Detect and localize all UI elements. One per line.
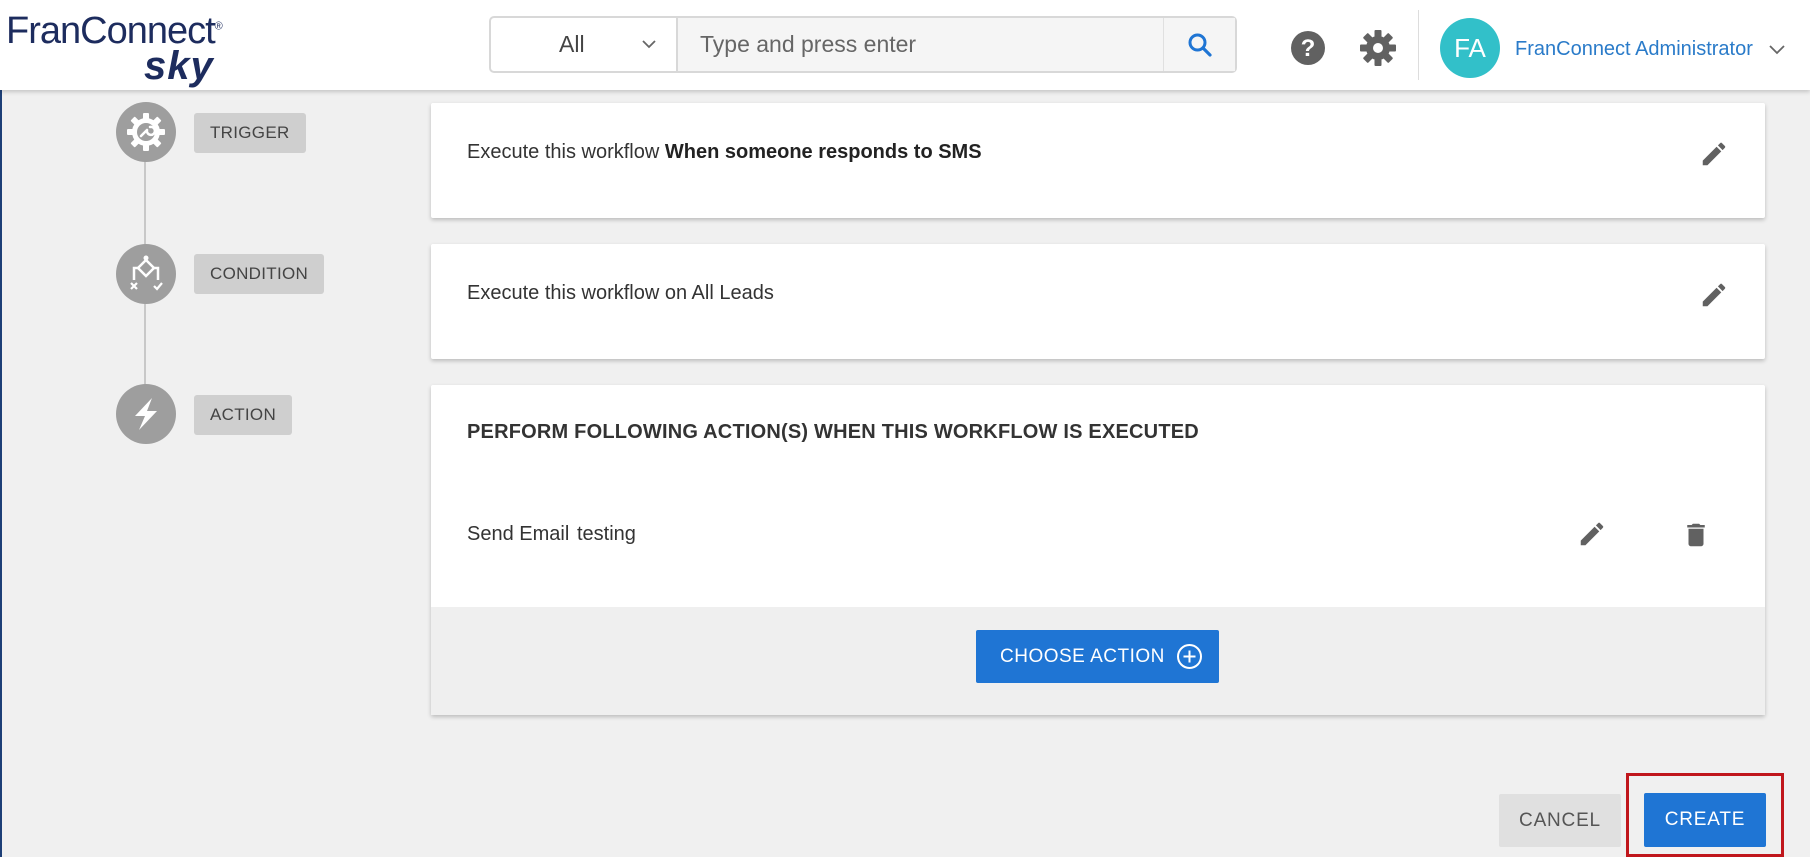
lightning-icon <box>135 398 157 430</box>
global-search: All <box>489 16 1237 73</box>
search-icon <box>1188 33 1212 57</box>
search-input[interactable] <box>678 18 1163 71</box>
step-label-action: ACTION <box>194 395 293 435</box>
trigger-gear-icon <box>127 113 165 151</box>
step-label-trigger: TRIGGER <box>194 113 306 153</box>
condition-flow-icon <box>130 255 163 291</box>
edit-action-icon[interactable] <box>1577 519 1607 549</box>
header-divider <box>1418 10 1419 80</box>
trigger-event: When someone responds to SMS <box>664 141 982 163</box>
add-circle-icon <box>1177 644 1202 669</box>
choose-action-button[interactable]: CHOOSE ACTION <box>976 630 1219 683</box>
left-edge-border <box>0 90 2 857</box>
action-name: testing <box>577 523 636 545</box>
condition-step-circle <box>116 244 176 304</box>
help-icon[interactable]: ? <box>1291 31 1325 65</box>
choose-action-label: CHOOSE ACTION <box>1000 645 1165 667</box>
franconnect-sky-logo[interactable]: FranConnect® sky <box>6 10 256 88</box>
edit-condition-icon[interactable] <box>1699 280 1729 310</box>
action-section-title: PERFORM FOLLOWING ACTION(S) WHEN THIS WO… <box>467 421 1199 443</box>
edit-trigger-icon[interactable] <box>1699 139 1729 169</box>
trigger-card: Execute this workflow When someone respo… <box>431 103 1765 218</box>
action-footer: CHOOSE ACTION <box>431 607 1765 715</box>
search-scope-value: All <box>559 31 585 57</box>
delete-action-icon[interactable] <box>1681 519 1711 551</box>
logo-sky-wordmark: sky <box>144 44 214 88</box>
create-button[interactable]: CREATE <box>1644 793 1766 847</box>
search-scope-select[interactable]: All <box>491 18 678 71</box>
trigger-step-circle <box>116 102 176 162</box>
trigger-description: Execute this workflow When someone respo… <box>467 141 982 163</box>
svg-text:?: ? <box>1301 35 1316 62</box>
search-button[interactable] <box>1163 18 1235 71</box>
condition-description: Execute this workflow on All Leads <box>467 282 774 304</box>
action-type: Send Email <box>467 523 570 545</box>
top-header: FranConnect® sky All ? FA FranConnect Ad… <box>0 0 1810 90</box>
user-menu-chevron-icon[interactable] <box>1768 40 1786 58</box>
chevron-down-icon <box>642 40 656 49</box>
gear-icon[interactable] <box>1360 30 1396 66</box>
action-card: PERFORM FOLLOWING ACTION(S) WHEN THIS WO… <box>431 385 1765 715</box>
user-name[interactable]: FranConnect Administrator <box>1515 38 1753 61</box>
step-label-condition: CONDITION <box>194 254 325 294</box>
avatar[interactable]: FA <box>1440 18 1500 78</box>
condition-card: Execute this workflow on All Leads <box>431 244 1765 359</box>
action-step-circle <box>116 384 176 444</box>
cancel-button[interactable]: CANCEL <box>1499 794 1621 847</box>
